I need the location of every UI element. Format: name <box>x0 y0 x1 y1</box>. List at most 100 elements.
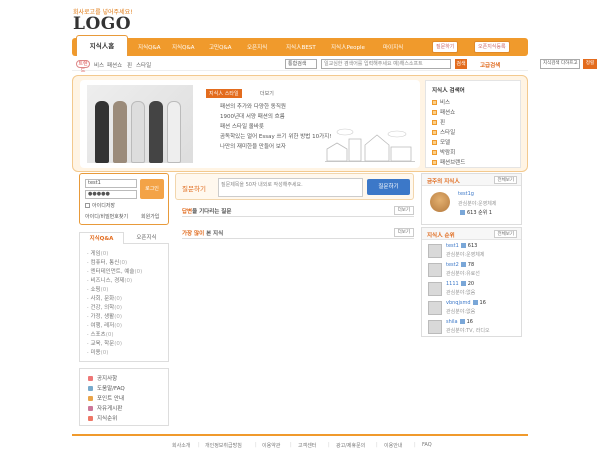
ranking-row[interactable]: test1 613 <box>446 243 477 249</box>
banner-article-link[interactable]: 나만의 재미한을 만들어 보자 <box>220 142 286 150</box>
nav-item-worry[interactable]: 고민Q&A <box>209 43 232 51</box>
section-title: 답변을 기다리는 질문 <box>182 209 232 215</box>
fashion-keyword-item[interactable]: 패션브랜드 <box>432 158 465 166</box>
model-figure <box>167 101 181 163</box>
category-item[interactable]: · 여행, 레저(0) <box>87 321 122 329</box>
fashion-keyword-item[interactable]: 비스 <box>432 98 450 106</box>
nav-item-people[interactable]: 지식人People <box>331 43 365 51</box>
sub-nav: 트렌드 비스 패션쇼 핀 스타일 통합검색 일교심한 겸색어를 입력해주세요 예… <box>72 57 597 74</box>
point-link[interactable]: 포인트 안내 <box>88 394 124 402</box>
badge-icon <box>460 243 466 248</box>
category-item[interactable]: · 건강, 의학(0) <box>87 303 122 311</box>
banner-article-link[interactable]: 곰독학있는 얼어 Essay 쓰기 위한 방법 10가지! <box>220 132 331 140</box>
search-type-select[interactable]: 통합검색 <box>285 59 317 69</box>
footer-link[interactable]: 이용안내 <box>384 442 402 449</box>
featured-user-box: 금주의 지식人 전체보기 test1g 관심분야:운영체제 613 순위 1 <box>421 173 522 225</box>
category-list: · 게임(0) · 컴퓨터, 통신(0) · 엔터테인먼트, 예술(0) · 비… <box>79 244 169 362</box>
box-header: 지식人 순위 전체보기 <box>422 228 521 240</box>
fashion-keyword-item[interactable]: 핀 <box>432 118 445 126</box>
banner-article-link[interactable]: 패션의 추가와 다양한 동직원 <box>220 102 286 110</box>
category-item[interactable]: · 컴퓨터, 통신(0) <box>87 258 127 266</box>
divider: | <box>376 442 378 448</box>
category-item[interactable]: · 엔터테인먼트, 예술(0) <box>87 267 142 275</box>
user-avatar <box>428 282 442 296</box>
ask-submit-button[interactable]: 질문하기 <box>367 179 410 195</box>
nav-item-qna-2[interactable]: 지식Q&A <box>172 43 195 51</box>
tab-qna[interactable]: 지식Q&A <box>79 232 124 244</box>
board-link[interactable]: 자유게시판 <box>88 404 122 412</box>
nav-item-open[interactable]: 오픈지식 <box>247 43 267 51</box>
login-button[interactable]: 로그인 <box>140 179 164 199</box>
main-nav: 지식人홈 지식Q&A 지식Q&A 고민Q&A 오픈지식 지식人BEST 지식人P… <box>72 35 528 56</box>
banner-more-link[interactable]: 더보기 <box>260 90 274 97</box>
featured-user-name[interactable]: test1g <box>458 191 474 197</box>
search-button[interactable]: 검색 <box>455 59 467 69</box>
nav-item-best[interactable]: 지식人BEST <box>286 43 316 51</box>
category-item[interactable]: · 미용(0) <box>87 348 108 356</box>
category-item[interactable]: · 비즈니스, 경제(0) <box>87 276 132 284</box>
find-account-link[interactable]: 아이디/비밀번호찾기 <box>85 213 128 220</box>
save-id-checkbox[interactable]: 아이디저장 <box>85 202 115 209</box>
featured-user-field: 관심분야:운영체제 <box>458 201 497 207</box>
sort-button[interactable]: 정렬 <box>583 59 597 69</box>
banner-photo[interactable] <box>87 85 193 163</box>
footer-link[interactable]: 고객센터 <box>298 442 316 449</box>
trend-link[interactable]: 스타일 <box>136 61 151 69</box>
login-id-field[interactable]: test1 <box>85 179 137 188</box>
nav-ask-button[interactable]: 질문하기 <box>432 41 459 53</box>
trend-link[interactable]: 핀 <box>127 61 132 69</box>
trend-link[interactable]: 패션쇼 <box>107 61 122 69</box>
fashion-keyword-item[interactable]: 모델 <box>432 138 450 146</box>
city-illustration <box>325 128 415 162</box>
more-button[interactable]: 더보기 <box>393 206 414 215</box>
category-item[interactable]: · 게임(0) <box>87 249 108 257</box>
fashion-keyword-item[interactable]: 패션쇼 <box>432 108 455 116</box>
nav-open-register-button[interactable]: 오픈지식등록 <box>474 41 510 53</box>
badge-icon <box>460 281 466 286</box>
ranking-row[interactable]: shila 16 <box>446 319 473 325</box>
category-item[interactable]: · 교육, 학문(0) <box>87 339 122 347</box>
notice-link[interactable]: 공지사항 <box>88 374 117 382</box>
question-title-input[interactable]: 질문제목을 50자 내외로 작성해주세요. <box>218 178 363 197</box>
footer-link[interactable]: FAQ <box>422 442 432 448</box>
box-header: 금주의 지식人 전체보기 <box>422 174 521 186</box>
login-password-field[interactable]: ●●●●● <box>85 190 137 199</box>
footer-link[interactable]: 광고/제휴문의 <box>336 442 365 449</box>
banner-article-link[interactable]: 패션 스타일 올바릇 <box>220 122 264 130</box>
login-box: test1 ●●●●● 로그인 아이디저장 아이디/비밀번호찾기 회원가입 <box>79 173 169 225</box>
category-item[interactable]: · 사회, 문화(0) <box>87 294 122 302</box>
view-all-button[interactable]: 전체보기 <box>494 176 517 184</box>
trend-link[interactable]: 비스 <box>94 61 104 69</box>
ranking-row[interactable]: test2 78 <box>446 262 474 268</box>
ranking-row[interactable]: 1111 20 <box>446 281 474 287</box>
view-all-button[interactable]: 전체보기 <box>494 230 517 238</box>
ranking-link[interactable]: 지식순위 <box>88 414 117 422</box>
coin-icon <box>88 396 93 401</box>
category-item[interactable]: · 스포츠(0) <box>87 330 113 338</box>
site-logo[interactable]: LOGO <box>73 14 131 34</box>
fashion-keyword-item[interactable]: 박람회 <box>432 148 455 156</box>
ranking-field: 관심분야:유료선 <box>446 271 480 277</box>
ranking-row[interactable]: vbnqjsmd 16 <box>446 300 486 306</box>
category-panel: 지식Q&A 오픈지식 · 게임(0) · 컴퓨터, 통신(0) · 엔터테인먼트… <box>79 232 169 362</box>
category-item[interactable]: · 가정, 생활(0) <box>87 312 122 320</box>
category-item[interactable]: · 쇼핑(0) <box>87 285 108 293</box>
search-input[interactable]: 일교심한 겸색어를 입력해주세요 예)해스소프트 <box>321 59 451 69</box>
advanced-search-link[interactable]: 고급검색 <box>480 61 500 69</box>
ranking-box: 지식人 순위 전체보기 test1 613 관심분야:운영체제 test2 78 관… <box>421 227 522 337</box>
ranking-field: 관심분야:TV, 라디오 <box>446 328 490 334</box>
help-link[interactable]: 도움말/FAQ <box>88 384 125 392</box>
nav-item-my[interactable]: 마이지식 <box>383 43 403 51</box>
banner-tag: 지식人 스타일 <box>206 89 242 98</box>
fashion-keyword-item[interactable]: 스타일 <box>432 128 455 136</box>
tab-open-knowledge[interactable]: 오픈지식 <box>124 232 169 244</box>
footer-link[interactable]: 회사소개 <box>172 442 190 449</box>
footer-link[interactable]: 개인정보취급방침 <box>205 442 242 449</box>
sort-select[interactable]: 지식검색 다하프고 <box>540 59 580 69</box>
join-link[interactable]: 회원가입 <box>141 213 159 220</box>
banner-article-link[interactable]: 1900년대 서양 패션의 흐름 <box>220 112 285 120</box>
nav-home-tab[interactable]: 지식人홈 <box>76 35 128 56</box>
footer-link[interactable]: 이용약관 <box>262 442 280 449</box>
more-button[interactable]: 더보기 <box>393 228 414 237</box>
nav-item-qna[interactable]: 지식Q&A <box>138 43 161 51</box>
